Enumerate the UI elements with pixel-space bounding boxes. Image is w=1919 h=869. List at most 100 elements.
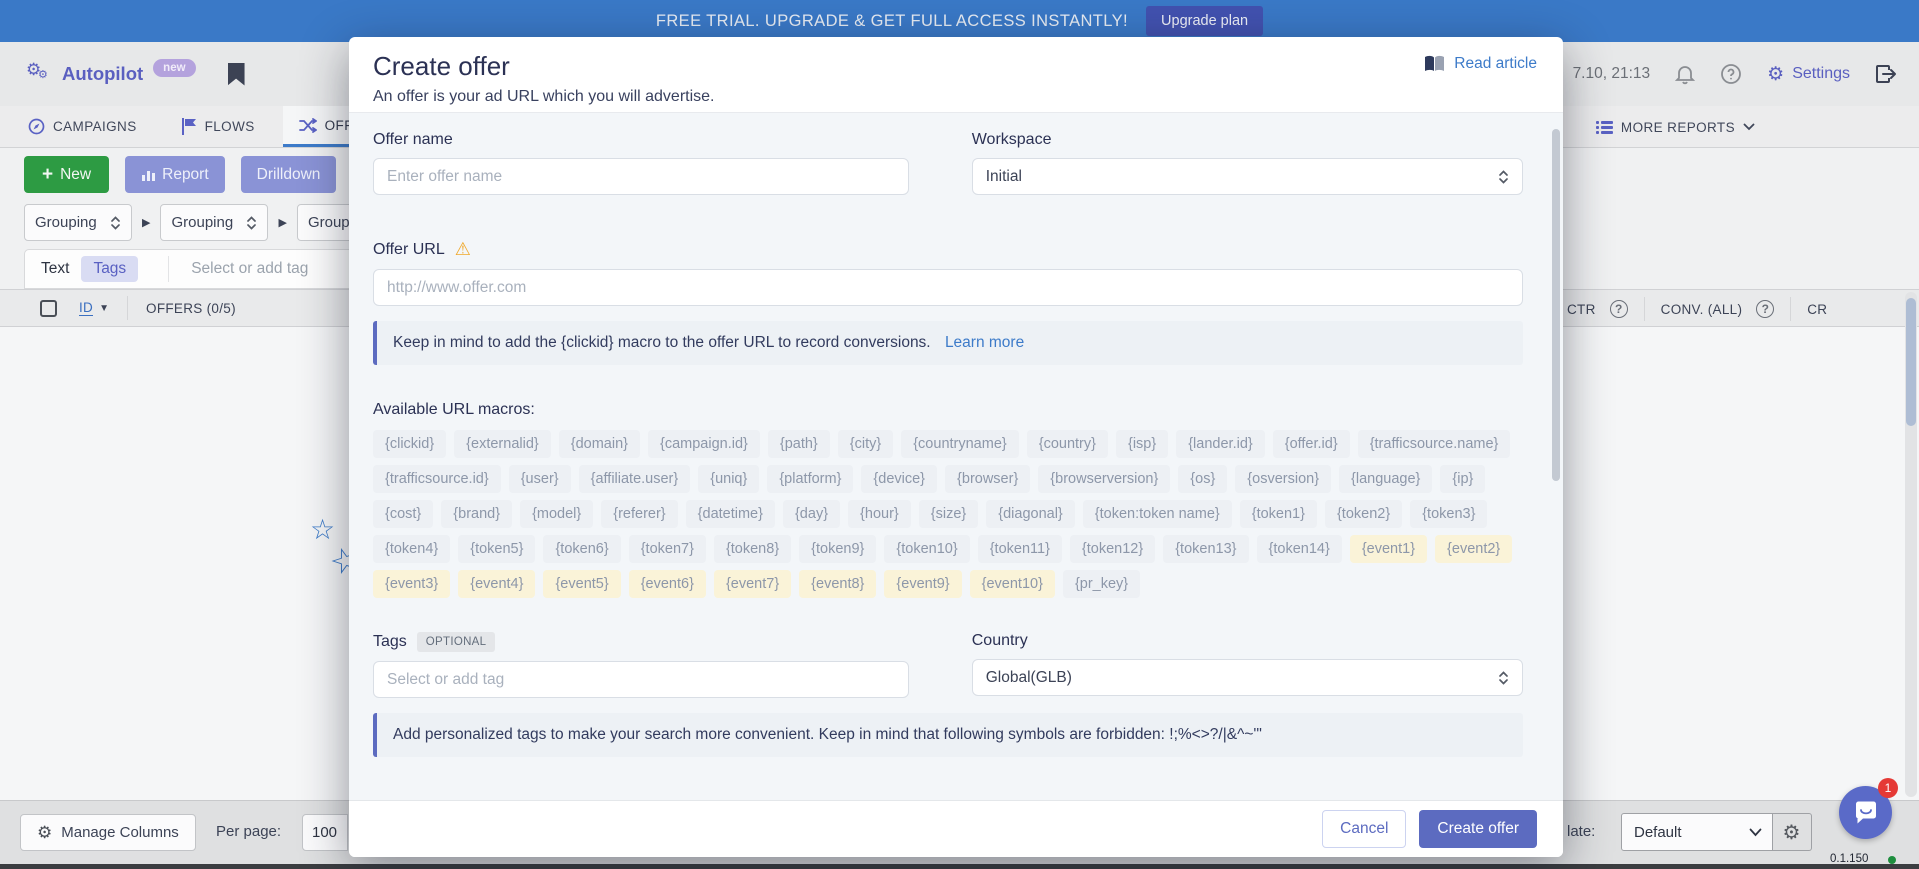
grouping-select-1[interactable]: Grouping: [24, 204, 132, 241]
autopilot-title[interactable]: Autopilot: [62, 63, 143, 85]
macro-chip[interactable]: {trafficsource.name}: [1358, 430, 1511, 458]
macro-chip[interactable]: {externalid}: [454, 430, 551, 458]
manage-columns-button[interactable]: ⚙ Manage Columns: [20, 814, 196, 851]
report-button[interactable]: Report: [125, 156, 225, 193]
macro-chip[interactable]: {domain}: [559, 430, 640, 458]
bell-icon[interactable]: [1675, 63, 1695, 85]
macro-chip[interactable]: {hour}: [848, 500, 911, 528]
macro-chip[interactable]: {event4}: [458, 570, 535, 598]
macro-chip[interactable]: {trafficsource.id}: [373, 465, 501, 493]
macro-chip[interactable]: {token9}: [799, 535, 876, 563]
macro-chip[interactable]: {event10}: [970, 570, 1055, 598]
more-reports-button[interactable]: MORE REPORTS: [1596, 106, 1755, 148]
column-divider: [1644, 297, 1645, 321]
macro-chip[interactable]: {lander.id}: [1176, 430, 1265, 458]
macro-chip[interactable]: {event5}: [543, 570, 620, 598]
macro-chip[interactable]: {os}: [1178, 465, 1227, 493]
macro-chip[interactable]: {token11}: [978, 535, 1062, 563]
macro-chip[interactable]: {language}: [1339, 465, 1432, 493]
modal-body: Offer name Workspace Initial Offer URL ⚠…: [349, 113, 1563, 800]
macro-chip[interactable]: {token14}: [1257, 535, 1342, 563]
template-select[interactable]: Default: [1621, 813, 1773, 851]
macro-chip[interactable]: {token:token name}: [1083, 500, 1232, 528]
macro-chip[interactable]: {city}: [838, 430, 893, 458]
macro-chip[interactable]: {event6}: [629, 570, 706, 598]
macro-chip[interactable]: {referer}: [601, 500, 677, 528]
macro-chip[interactable]: {token6}: [543, 535, 620, 563]
macro-chip[interactable]: {event9}: [884, 570, 961, 598]
macro-chip[interactable]: {token12}: [1070, 535, 1155, 563]
macro-chip[interactable]: {event1}: [1350, 535, 1427, 563]
macro-chip[interactable]: {token1}: [1240, 500, 1317, 528]
macro-chip[interactable]: {token4}: [373, 535, 450, 563]
macro-chip[interactable]: {event2}: [1435, 535, 1512, 563]
macro-chip[interactable]: {device}: [861, 465, 937, 493]
workspace-select[interactable]: Initial: [972, 158, 1523, 195]
ctr-help-icon[interactable]: ?: [1610, 300, 1628, 318]
modal-scrollbar-thumb[interactable]: [1552, 129, 1560, 481]
macro-chip[interactable]: {event3}: [373, 570, 450, 598]
learn-more-link[interactable]: Learn more: [945, 334, 1024, 351]
filter-mode-tags[interactable]: Tags: [81, 256, 138, 282]
macro-chip[interactable]: {token8}: [714, 535, 791, 563]
macro-chip[interactable]: {size}: [919, 500, 978, 528]
macro-chip[interactable]: {cost}: [373, 500, 433, 528]
macro-chip[interactable]: {token10}: [884, 535, 969, 563]
drilldown-button[interactable]: Drilldown: [241, 156, 337, 193]
macro-chip[interactable]: {affiliate.user}: [579, 465, 691, 493]
read-article-link[interactable]: Read article: [1424, 55, 1537, 73]
grouping-select-2[interactable]: Grouping: [160, 204, 268, 241]
id-column-header[interactable]: ID ▼: [79, 300, 109, 316]
macro-chip[interactable]: {path}: [768, 430, 830, 458]
macro-chip[interactable]: {clickid}: [373, 430, 446, 458]
tab-campaigns[interactable]: CAMPAIGNS: [12, 106, 153, 147]
macro-chip[interactable]: {campaign.id}: [648, 430, 760, 458]
macro-chip[interactable]: {token2}: [1325, 500, 1402, 528]
tab-flows[interactable]: FLOWS: [165, 106, 271, 147]
tags-input[interactable]: [373, 661, 909, 698]
macro-chip[interactable]: {user}: [509, 465, 571, 493]
template-settings-gear-icon[interactable]: ⚙: [1772, 813, 1812, 851]
macro-chip[interactable]: {token13}: [1163, 535, 1248, 563]
macro-chip[interactable]: {diagonal}: [986, 500, 1075, 528]
conv-help-icon[interactable]: ?: [1756, 300, 1774, 318]
offer-url-input[interactable]: [373, 269, 1523, 306]
macro-chip[interactable]: {day}: [783, 500, 840, 528]
macro-chip[interactable]: {token3}: [1410, 500, 1487, 528]
cancel-button[interactable]: Cancel: [1322, 810, 1406, 848]
arrow-right-icon: ▶: [142, 216, 150, 229]
macro-chip[interactable]: {datetime}: [686, 500, 775, 528]
macro-chip[interactable]: {model}: [520, 500, 593, 528]
macro-chip[interactable]: {browser}: [945, 465, 1030, 493]
select-all-checkbox[interactable]: [40, 300, 57, 317]
upgrade-plan-button[interactable]: Upgrade plan: [1146, 6, 1263, 36]
create-offer-button[interactable]: Create offer: [1419, 810, 1537, 848]
macro-chip[interactable]: {isp}: [1116, 430, 1168, 458]
country-select[interactable]: Global(GLB): [972, 659, 1523, 696]
bookmark-icon[interactable]: [228, 63, 245, 86]
help-icon[interactable]: [1720, 63, 1742, 85]
macro-chip[interactable]: {uniq}: [698, 465, 759, 493]
sign-out-icon[interactable]: [1875, 64, 1897, 84]
ctr-column-header: CTR: [1567, 302, 1596, 317]
new-button[interactable]: + New: [24, 156, 109, 193]
macro-chip[interactable]: {platform}: [767, 465, 853, 493]
macro-chip[interactable]: {token5}: [458, 535, 535, 563]
page-scrollbar-thumb[interactable]: [1906, 298, 1916, 426]
settings-button[interactable]: ⚙ Settings: [1767, 63, 1850, 86]
per-page-select[interactable]: 100: [302, 814, 348, 851]
macro-chip[interactable]: {countryname}: [901, 430, 1019, 458]
macro-chip[interactable]: {browserversion}: [1038, 465, 1170, 493]
page-scrollbar[interactable]: [1905, 292, 1917, 797]
macro-chip[interactable]: {pr_key}: [1063, 570, 1140, 598]
macro-chip[interactable]: {country}: [1027, 430, 1108, 458]
macro-chip[interactable]: {token7}: [629, 535, 706, 563]
filter-mode-text[interactable]: Text: [41, 260, 69, 278]
macro-chip[interactable]: {brand}: [441, 500, 512, 528]
macro-chip[interactable]: {osversion}: [1235, 465, 1331, 493]
offer-name-input[interactable]: [373, 158, 909, 195]
macro-chip[interactable]: {event7}: [714, 570, 791, 598]
macro-chip[interactable]: {ip}: [1440, 465, 1485, 493]
macro-chip[interactable]: {event8}: [799, 570, 876, 598]
macro-chip[interactable]: {offer.id}: [1273, 430, 1350, 458]
